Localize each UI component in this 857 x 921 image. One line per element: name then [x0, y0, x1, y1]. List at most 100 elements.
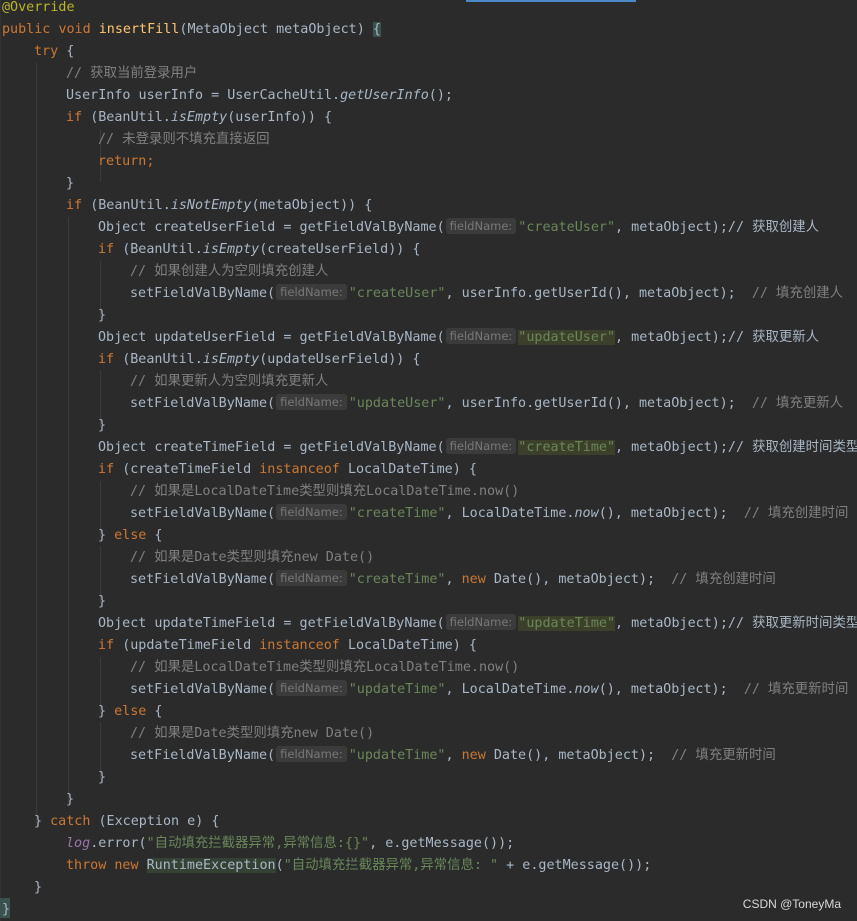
- code-text: Date(), metaObject);: [493, 572, 656, 587]
- brace: {: [372, 22, 381, 37]
- parameter-hint: fieldName:: [445, 438, 517, 454]
- code-text: , metaObject);// 获取更新人: [615, 330, 820, 345]
- keyword: if: [66, 198, 83, 213]
- comment: // 未登录则不填充直接返回: [98, 132, 270, 147]
- keyword: new: [114, 858, 139, 873]
- comment: // 如果是LocalDateTime类型则填充LocalDateTime.no…: [130, 660, 520, 675]
- code-text: setFieldValByName(: [130, 572, 276, 587]
- code-text: (updateUserField)) {: [259, 352, 421, 367]
- comment: // 填充创建人: [751, 286, 843, 301]
- code-text: (), metaObject);: [598, 682, 728, 697]
- code-text: setFieldValByName(: [130, 286, 276, 301]
- parameter-hint: fieldName:: [445, 218, 517, 234]
- comment: // 填充创建时间: [671, 572, 776, 587]
- string-literal: "createTime": [518, 440, 616, 455]
- code-text: setFieldValByName(: [130, 396, 276, 411]
- keyword: void: [58, 22, 91, 37]
- annotation: @Override: [2, 0, 75, 15]
- code-line: if (BeanUtil.isEmpty(createUserField)) {: [98, 239, 421, 261]
- code-line: // 如果创建人为空则填充创建人: [130, 261, 328, 283]
- code-text: (metaObject)) {: [251, 198, 373, 213]
- method-call: isNotEmpty: [170, 198, 252, 213]
- code-text: (userInfo)) {: [227, 110, 333, 125]
- code-text: , LocalDateTime.: [445, 682, 575, 697]
- parameter-hint: fieldName:: [276, 504, 347, 520]
- code-line: } else {: [98, 704, 163, 719]
- method-call: getUserInfo: [340, 88, 429, 103]
- code-line: if (createTimeField instanceof LocalDate…: [98, 459, 477, 481]
- code-text: (BeanUtil.: [90, 110, 171, 125]
- parameter-hint: fieldName:: [276, 746, 347, 762]
- code-line: // 如果是Date类型则填充new Date(): [130, 547, 374, 569]
- keyword: instanceof: [259, 638, 340, 653]
- code-editor[interactable]: @Override public void insertFill(MetaObj…: [0, 0, 857, 921]
- string-literal: "updateTime": [348, 682, 446, 697]
- comment: // 如果是Date类型则填充new Date(): [130, 550, 375, 565]
- keyword: new: [461, 572, 486, 587]
- type-name: MetaObject: [187, 22, 269, 37]
- code-text: , userInfo.getUserId(), metaObject);: [445, 396, 736, 411]
- string-literal: "updateTime": [518, 616, 616, 631]
- code-text: setFieldValByName(: [130, 506, 276, 521]
- code-text: (createTimeField: [122, 462, 260, 477]
- code-line: // 如果是LocalDateTime类型则填充LocalDateTime.no…: [130, 481, 519, 503]
- comment: // 填充创建时间: [743, 506, 849, 521]
- param-name: metaObject: [276, 22, 357, 37]
- code-text: Date(), metaObject);: [493, 748, 656, 763]
- method-call: isEmpty: [202, 242, 260, 257]
- code-line: public void insertFill(MetaObject metaOb…: [2, 22, 381, 37]
- keyword: else: [114, 528, 147, 543]
- comment: // 填充更新时间: [671, 748, 776, 763]
- editor-gutter: [0, 0, 1, 921]
- code-line: UserInfo userInfo = UserCacheUtil.getUse…: [66, 88, 453, 103]
- code-line: setFieldValByName(fieldName: "updateTime"…: [130, 679, 848, 701]
- code-text: , metaObject);// 获取更新时间类型: [615, 616, 857, 631]
- code-line: }: [98, 418, 107, 433]
- comment: // 如果是LocalDateTime类型则填充LocalDateTime.no…: [130, 484, 520, 499]
- code-text: , userInfo.getUserId(), metaObject);: [445, 286, 736, 301]
- code-line: return;: [98, 154, 155, 169]
- code-line: Object createTimeField = getFieldValByNa…: [98, 437, 857, 459]
- code-line: @Override: [2, 0, 75, 19]
- field-name: log: [66, 836, 91, 851]
- parameter-hint: fieldName:: [276, 680, 347, 696]
- code-line: if (BeanUtil.isNotEmpty(metaObject)) {: [66, 195, 372, 217]
- code-text: UserInfo userInfo = UserCacheUtil.: [66, 88, 341, 103]
- code-text: (BeanUtil.: [122, 242, 203, 257]
- string-literal: "createTime": [348, 572, 446, 587]
- code-text: Object createUserField = getFieldValByNa…: [98, 220, 445, 235]
- method-call: now: [574, 682, 599, 697]
- string-literal: "createUser": [348, 286, 446, 301]
- code-line: if (BeanUtil.isEmpty(updateUserField)) {: [98, 349, 421, 371]
- code-text: setFieldValByName(: [130, 748, 276, 763]
- code-text: Object updateUserField = getFieldValByNa…: [98, 330, 445, 345]
- code-line: }: [98, 770, 107, 785]
- code-line: Object updateUserField = getFieldValByNa…: [98, 327, 819, 349]
- indent-guide: [36, 63, 37, 823]
- code-line: setFieldValByName(fieldName: "updateUser"…: [130, 393, 843, 415]
- code-line: }: [2, 902, 11, 917]
- code-text: (BeanUtil.: [90, 198, 171, 213]
- string-literal: "createTime": [348, 506, 446, 521]
- keyword: catch: [50, 814, 91, 829]
- keyword: public: [2, 22, 51, 37]
- string-literal: "updateUser": [518, 330, 616, 345]
- code-text: (), metaObject);: [598, 506, 728, 521]
- keyword: if: [98, 242, 115, 257]
- method-name: insertFill: [98, 22, 180, 37]
- watermark: CSDN @ToneyMa: [742, 897, 841, 911]
- scroll-indicator: [466, 0, 636, 2]
- comment: // 获取当前登录用户: [66, 66, 198, 81]
- string-literal: "updateUser": [348, 396, 446, 411]
- code-text: Object createTimeField = getFieldValByNa…: [98, 440, 445, 455]
- code-line: }: [66, 792, 75, 807]
- comment: // 如果是Date类型则填充new Date(): [130, 726, 375, 741]
- method-call: now: [574, 506, 599, 521]
- code-text: , LocalDateTime.: [445, 506, 575, 521]
- comment: // 填充更新人: [751, 396, 843, 411]
- code-text: Object updateTimeField = getFieldValByNa…: [98, 616, 445, 631]
- code-line: // 如果更新人为空则填充更新人: [130, 371, 328, 393]
- code-text: LocalDateTime) {: [347, 462, 477, 477]
- comment: // 填充更新时间: [743, 682, 849, 697]
- code-line: if (updateTimeField instanceof LocalDate…: [98, 635, 477, 657]
